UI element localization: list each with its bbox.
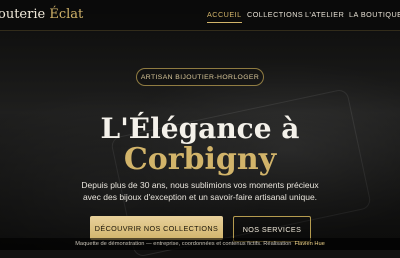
hero-title: L'Élégance à Corbigny [0,114,400,176]
nav-item-collections-label: COLLECTIONS [247,10,304,19]
hero-title-line-2: Corbigny [123,142,277,178]
nav-item-accueil[interactable]: ACCUEIL [207,10,242,23]
hero-subtitle: Depuis plus de 30 ans, nous sublimions v… [0,179,400,203]
brand-name: outerie [0,7,50,22]
active-nav-underline [207,22,242,23]
hero-subtitle-line-2: avec des bijoux d'exception et un savoir… [82,191,318,202]
discover-collections-button-label: DÉCOUVRIR NOS COLLECTIONS [94,223,219,233]
nav-item-boutique[interactable]: LA BOUTIQUE [349,10,400,19]
author-name-link[interactable]: Flavien Hue [294,241,324,247]
services-button-label: NOS SERVICES [242,224,302,234]
nav-item-boutique-label: LA BOUTIQUE [349,10,400,19]
brand-accent: Éclat [49,7,84,22]
hero-badge: ARTISAN BIJOUTIER-HORLOGER [136,68,264,86]
hero-title-line-1: L'Élégance à [100,112,300,146]
nav-item-collections[interactable]: COLLECTIONS [247,10,303,19]
hero-badge-text: ARTISAN BIJOUTIER-HORLOGER [140,73,260,81]
nav-item-atelier[interactable]: L'ATELIER [305,10,344,19]
brand-logo-text[interactable]: outerie Éclat [0,7,83,22]
demo-disclaimer-bar: Maquette de démonstration — entreprise, … [0,238,400,250]
discover-collections-button[interactable]: DÉCOUVRIR NOS COLLECTIONS [90,216,223,240]
nav-item-atelier-label: L'ATELIER [305,10,345,19]
top-navigation-bar: outerie Éclat ACCUEIL COLLECTIONS L'ATEL… [0,0,400,31]
hero-subtitle-line-1: Depuis plus de 30 ans, nous sublimions v… [81,179,319,190]
nav-item-accueil-label: ACCUEIL [207,10,242,19]
demo-disclaimer-text: Maquette de démonstration — entreprise, … [75,241,292,247]
